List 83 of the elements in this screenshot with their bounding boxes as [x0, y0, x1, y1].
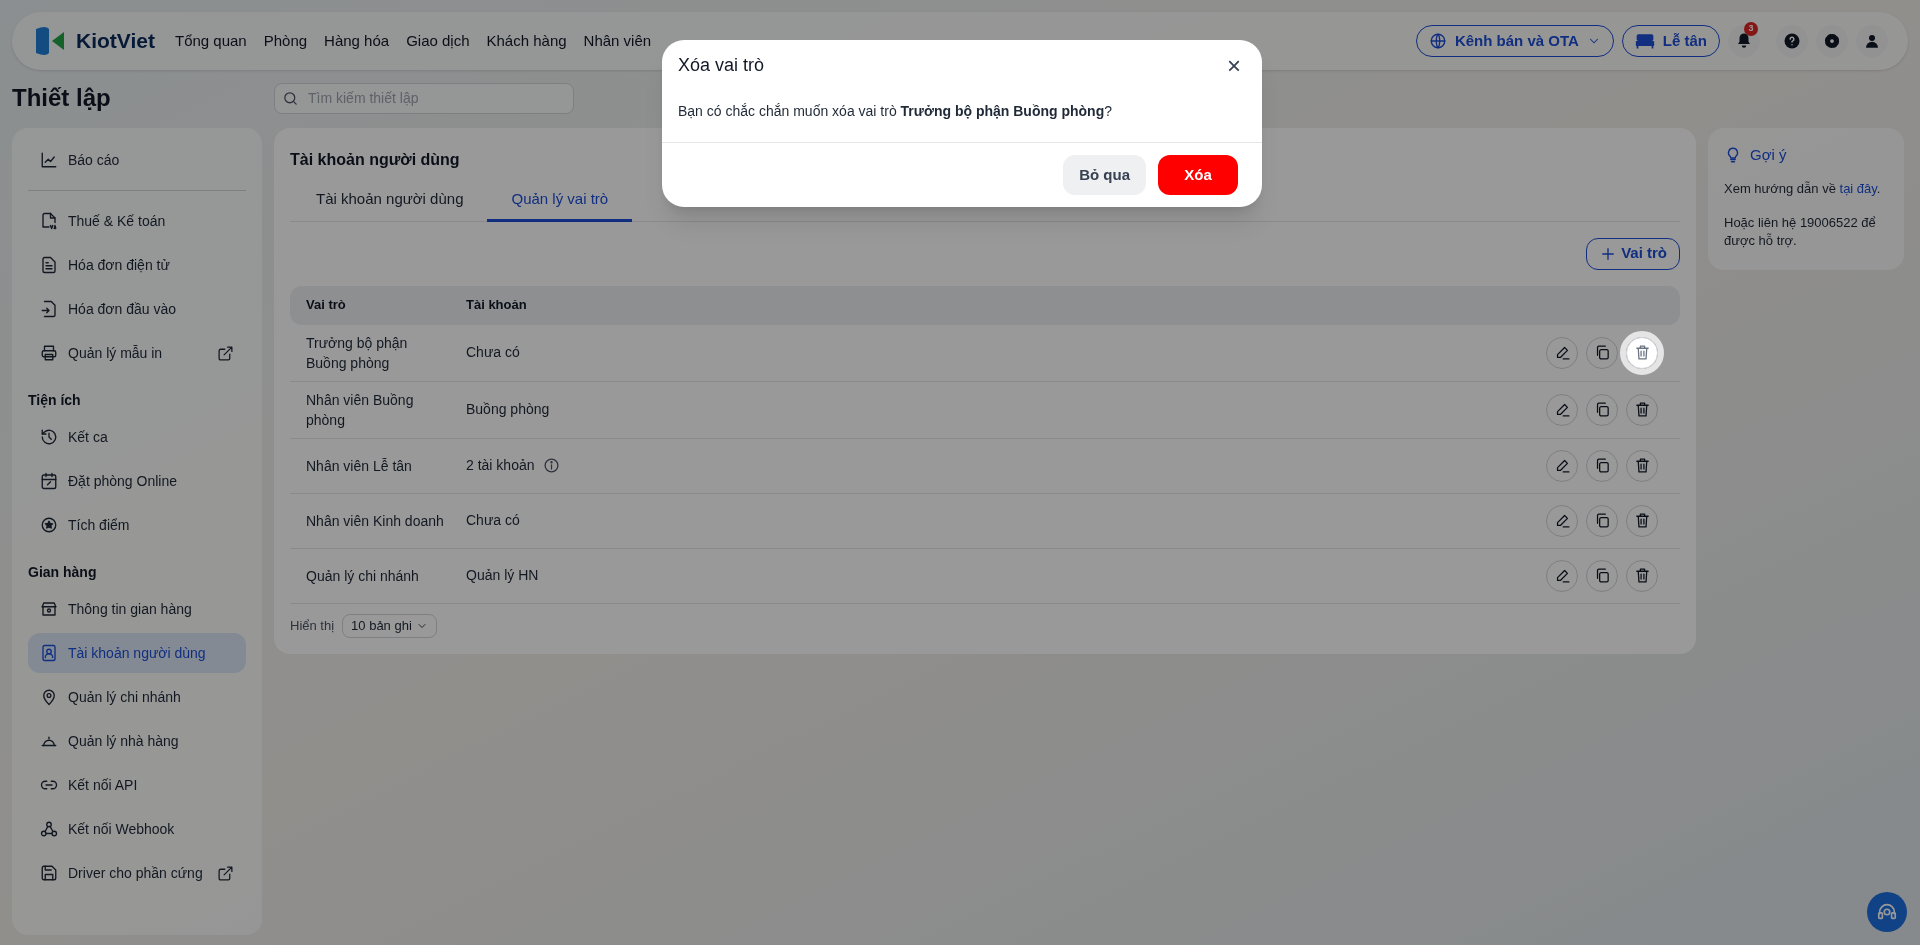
- bell-icon: [1735, 32, 1753, 50]
- sidebar-item[interactable]: Đặt phòng Online: [28, 461, 246, 501]
- help-icon: [1783, 32, 1801, 50]
- sidebar-item[interactable]: Thông tin gian hàng: [28, 589, 246, 629]
- webhook-icon: [40, 820, 58, 838]
- section-heading: Tiện ích: [28, 390, 82, 410]
- sidebar-item[interactable]: Quản lý chi nhánh: [28, 677, 246, 717]
- dialog-title: Xóa vai trò: [678, 54, 765, 77]
- sidebar-item[interactable]: Kết nối API: [28, 765, 246, 805]
- nav-link[interactable]: Giao dịch: [406, 29, 470, 53]
- calendar-icon: [40, 472, 58, 490]
- section-heading: Gian hàng: [28, 562, 98, 582]
- role-name: Quản lý chi nhánh: [306, 566, 420, 586]
- page-size-label: Hiển thị: [290, 616, 335, 635]
- nav-link[interactable]: Hàng hóa: [324, 29, 390, 53]
- role-name: Nhân viên Buồng phòng: [306, 390, 415, 430]
- printer-icon: [40, 344, 58, 362]
- nav-link[interactable]: Tổng quan: [174, 29, 247, 53]
- close-button[interactable]: ×: [1222, 53, 1246, 78]
- settings-button[interactable]: [1816, 25, 1848, 57]
- add-role-button[interactable]: Vai trò: [1586, 237, 1680, 270]
- contact-text: Hoặc liên hệ 19006522 để được hỗ trợ.: [1724, 214, 1877, 250]
- dialog-message: Bạn có chắc chắn muốn xóa vai trò Trưởng bộ phận Buồng phòng?: [662, 79, 1262, 143]
- sidebar-item[interactable]: Thuế & Kế toán: [28, 201, 246, 241]
- nav-link[interactable]: Phòng: [263, 29, 308, 53]
- help-button[interactable]: [1776, 25, 1808, 57]
- card-title: Tài khoản người dùng: [290, 150, 461, 170]
- notification-button[interactable]: 3: [1728, 25, 1760, 57]
- account-text: Buồng phòng: [466, 400, 550, 419]
- sidebar-item[interactable]: Kết ca: [28, 417, 246, 457]
- sidebar-item[interactable]: Tài khoản người dùng: [28, 633, 246, 673]
- column-header: Vai trò: [306, 296, 347, 315]
- account-text: Chưa có: [466, 343, 520, 362]
- trash-icon: [1633, 344, 1651, 361]
- document-icon: [40, 256, 58, 274]
- sidebar-item[interactable]: Hóa đơn đầu vào: [28, 289, 246, 329]
- sidebar-item[interactable]: Quản lý nhà hàng: [28, 721, 246, 761]
- sidebar-item[interactable]: Driver cho phần cứng: [28, 853, 246, 893]
- nav-link[interactable]: Khách hàng: [486, 29, 567, 53]
- chart-icon: [40, 151, 58, 169]
- user-icon: [1863, 32, 1881, 50]
- page-title: Thiết lập: [11, 83, 112, 113]
- trash-icon: [1633, 512, 1651, 529]
- nav-link[interactable]: Nhân viên: [583, 29, 652, 53]
- role-name: Trưởng bộ phận Buồng phòng: [306, 333, 409, 373]
- cancel-button[interactable]: Bỏ qua: [1063, 155, 1146, 195]
- store-icon: [40, 600, 58, 618]
- external-link-icon: [217, 344, 234, 362]
- location-pin-icon: [40, 688, 58, 706]
- sidebar-item[interactable]: Hóa đơn điện tử: [28, 245, 246, 285]
- role-name: Nhân viên Kinh doanh: [306, 511, 445, 531]
- account-text: Quản lý HN: [466, 566, 539, 585]
- account-button[interactable]: [1856, 25, 1888, 57]
- globe-icon: [1428, 32, 1447, 50]
- tab[interactable]: Quản lý vai trò: [487, 188, 633, 222]
- sidebar-item[interactable]: Quản lý mẫu in: [28, 333, 246, 373]
- logo-text: KiotViet: [76, 28, 155, 55]
- save-icon: [40, 864, 58, 882]
- delete-confirm-button[interactable]: Xóa: [1158, 155, 1238, 195]
- page-size-dropdown[interactable]: 10 bản ghi: [342, 613, 437, 638]
- trash-icon: [1633, 457, 1651, 474]
- account-text: 2 tài khoản: [466, 456, 535, 475]
- notification-badge: 3: [1744, 22, 1758, 36]
- sidebar-item[interactable]: Kết nối Webhook: [28, 809, 246, 849]
- tab[interactable]: Tài khoản người dùng: [292, 188, 488, 222]
- sidebar-item[interactable]: Tích điểm: [28, 505, 246, 545]
- sidebar-item[interactable]: Báo cáo: [28, 140, 246, 180]
- history-icon: [40, 428, 58, 446]
- tips-title: Gợi ý: [1750, 145, 1787, 165]
- external-link-icon: [217, 864, 234, 882]
- role-name: Nhân viên Lễ tân: [306, 456, 413, 476]
- guide-text: Xem hướng dẫn về tại đây.: [1724, 179, 1882, 198]
- search-field[interactable]: Tìm kiếm thiết lập: [274, 82, 574, 114]
- user-badge-icon: [40, 644, 58, 662]
- file-import-icon: [40, 300, 58, 318]
- guide-link[interactable]: tại đây: [1839, 180, 1877, 196]
- column-header: Tài khoản: [466, 296, 527, 315]
- trash-icon: [1633, 401, 1651, 418]
- vat-document-icon: [40, 212, 58, 230]
- info-icon: [542, 457, 560, 474]
- account-text: Chưa có: [466, 511, 520, 530]
- trash-icon: [1633, 567, 1651, 584]
- support-chat-button[interactable]: [1867, 892, 1907, 932]
